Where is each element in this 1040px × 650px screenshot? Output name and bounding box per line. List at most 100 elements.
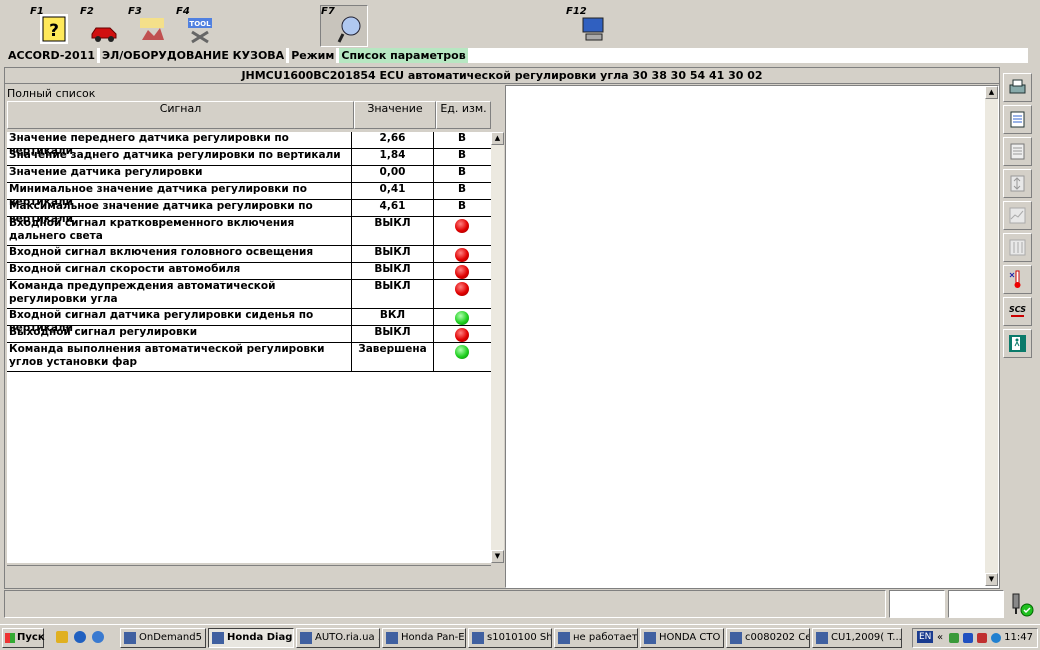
taskbar-item-active[interactable]: Honda Diag... — [208, 628, 294, 648]
signal-unit: В — [457, 166, 466, 178]
signal-name: Команда выполнения автоматической регули… — [7, 343, 352, 371]
status-lamp-green — [455, 345, 469, 359]
breadcrumb-model: ACCORD-2011 — [6, 48, 97, 63]
table-row[interactable]: Команда предупреждения автоматической ре… — [7, 280, 491, 309]
graph-icon — [1009, 207, 1026, 224]
app-icon — [386, 632, 398, 644]
table-row[interactable]: Значение переднего датчика регулировки п… — [7, 132, 491, 157]
scs-label: SCS — [1009, 305, 1026, 314]
media-player-icon[interactable] — [74, 631, 86, 643]
f2-vehicle-button[interactable]: F2 — [80, 6, 120, 46]
signal-value: 0,00 — [352, 166, 434, 182]
body-work-icon — [140, 18, 164, 40]
honda-diagnostic-window: F1 ? F2 F3 F4 TOOL F7 F12 ACCORD-2011 ЭЛ… — [0, 0, 1040, 650]
table-row[interactable]: Входной сигнал включения головного освещ… — [7, 246, 491, 263]
table-row[interactable]: Значение датчика регулировки 0,00 В — [7, 166, 491, 183]
f4-tools-button[interactable]: F4 TOOL — [176, 6, 216, 46]
settings-list-button[interactable] — [1003, 105, 1032, 134]
start-label: Пуск — [17, 632, 45, 643]
status-box-1 — [889, 590, 945, 618]
f7-scan-button[interactable]: F7 — [320, 5, 368, 47]
table-row[interactable]: Минимальное значение датчика регулировки… — [7, 183, 491, 208]
scs-icon: SCS — [1009, 305, 1026, 317]
f1-help-button[interactable]: F1 ? — [30, 6, 70, 46]
scs-button[interactable]: SCS — [1003, 297, 1032, 326]
table-row[interactable]: Входной сигнал скорости автомобиля ВЫКЛ — [7, 263, 491, 280]
taskbar-item-label: AUTO.ria.ua ... — [315, 632, 379, 643]
taskbar-item[interactable]: CU1,2009( T... — [812, 628, 902, 648]
breadcrumb: ACCORD-2011 ЭЛ/ОБОРУДОВАНИЕ КУЗОВА Режим… — [6, 48, 1028, 63]
quick-launch-bar — [52, 630, 116, 646]
graph-scrollbar[interactable]: ▲ ▼ — [985, 86, 998, 586]
start-button[interactable]: Пуск — [2, 628, 45, 648]
signal-status-cell — [434, 343, 490, 371]
scroll-down-button[interactable]: ▼ — [491, 550, 504, 563]
signal-status-cell — [434, 263, 490, 279]
settings-list-icon — [1010, 111, 1025, 128]
table-row[interactable]: Выходной сигнал регулировки ВЫКЛ — [7, 326, 491, 343]
taskbar-item[interactable]: s1010100 Sh... — [468, 628, 552, 648]
usb-icon[interactable] — [963, 633, 973, 643]
taskbar-item[interactable]: AUTO.ria.ua ... — [296, 628, 380, 648]
taskbar-item-label: c0080202 Ce... — [745, 632, 809, 643]
taskbar-item[interactable]: HONDA СТО ... — [640, 628, 724, 648]
table-row[interactable]: Входной сигнал кратковременного включени… — [7, 217, 491, 246]
signal-name: Входной сигнал скорости автомобиля — [7, 263, 352, 279]
network-icon[interactable] — [949, 633, 959, 643]
signal-name: Значение заднего датчика регулировки по … — [7, 149, 352, 165]
thermometer-button[interactable] — [1003, 265, 1032, 294]
column-header-value[interactable]: Значение — [354, 101, 436, 129]
signal-status-cell — [434, 326, 490, 342]
browser-icon[interactable] — [92, 631, 104, 643]
signal-status-cell — [434, 280, 490, 308]
signal-value: ВЫКЛ — [352, 217, 434, 245]
svg-text:?: ? — [49, 21, 59, 41]
taskbar-item-label: Honda Diag... — [227, 632, 293, 643]
exit-button[interactable] — [1003, 329, 1032, 358]
taskbar-item[interactable]: OnDemand5 — [120, 628, 206, 648]
taskbar-item[interactable]: Honda Pan-E... — [382, 628, 466, 648]
updown-button[interactable] — [1003, 169, 1032, 198]
table-header: Сигнал Значение Ед. изм. — [7, 101, 491, 129]
columns-button[interactable] — [1003, 233, 1032, 262]
signal-value: ВКЛ — [352, 309, 434, 325]
signal-value: 1,84 — [352, 149, 434, 165]
column-header-signal[interactable]: Сигнал — [7, 101, 354, 129]
print-button[interactable] — [1003, 73, 1032, 102]
table-row[interactable]: Команда выполнения автоматической регули… — [7, 343, 491, 372]
table-row[interactable]: Значение заднего датчика регулировки по … — [7, 149, 491, 166]
security-icon[interactable] — [977, 633, 987, 643]
f12-computer-button[interactable]: F12 — [566, 6, 606, 46]
language-indicator[interactable]: EN — [917, 631, 934, 643]
table-row[interactable]: Входной сигнал датчика регулировки сиден… — [7, 309, 491, 334]
table-row[interactable]: Максимальное значение датчика регулировк… — [7, 200, 491, 225]
status-lamp-green — [455, 311, 469, 325]
signal-unit: В — [457, 200, 466, 212]
thermometer-icon — [1009, 270, 1021, 288]
system-tray: EN « 11:47 — [912, 628, 1038, 648]
signal-status-cell — [434, 246, 490, 262]
taskbar-item[interactable]: c0080202 Ce... — [726, 628, 810, 648]
tray-expand-icon[interactable]: « — [937, 632, 943, 643]
list-scrollbar[interactable]: ▲ ▼ — [491, 132, 504, 563]
taskbar-item[interactable]: не работает... — [554, 628, 638, 648]
signal-status-cell — [434, 217, 490, 245]
ecu-title: JHMCU1600BC201854 ECU автоматической рег… — [5, 68, 999, 84]
scroll-up-button[interactable]: ▲ — [491, 132, 504, 145]
taskbar-item-label: s1010100 Sh... — [487, 632, 552, 643]
volume-icon[interactable] — [991, 633, 1001, 643]
f3-body-button[interactable]: F3 — [128, 6, 168, 46]
graph-button[interactable] — [1003, 201, 1032, 230]
parameter-list-panel: Полный список Сигнал Значение Ед. изм. З… — [5, 85, 505, 588]
taskbar-item-label: HONDA СТО ... — [659, 632, 723, 643]
quick-launch-icon[interactable] — [56, 631, 68, 643]
column-header-unit[interactable]: Ед. изм. — [436, 101, 491, 129]
app-icon — [472, 632, 484, 644]
signal-name: Команда предупреждения автоматической ре… — [7, 280, 352, 308]
windows-taskbar: Пуск OnDemand5 Honda Diag... AUTO.ria.ua… — [0, 624, 1040, 650]
document-button[interactable] — [1003, 137, 1032, 166]
app-icon — [644, 632, 656, 644]
scroll-up-button[interactable]: ▲ — [985, 86, 998, 99]
scroll-down-button[interactable]: ▼ — [985, 573, 998, 586]
status-message-area — [4, 590, 886, 618]
